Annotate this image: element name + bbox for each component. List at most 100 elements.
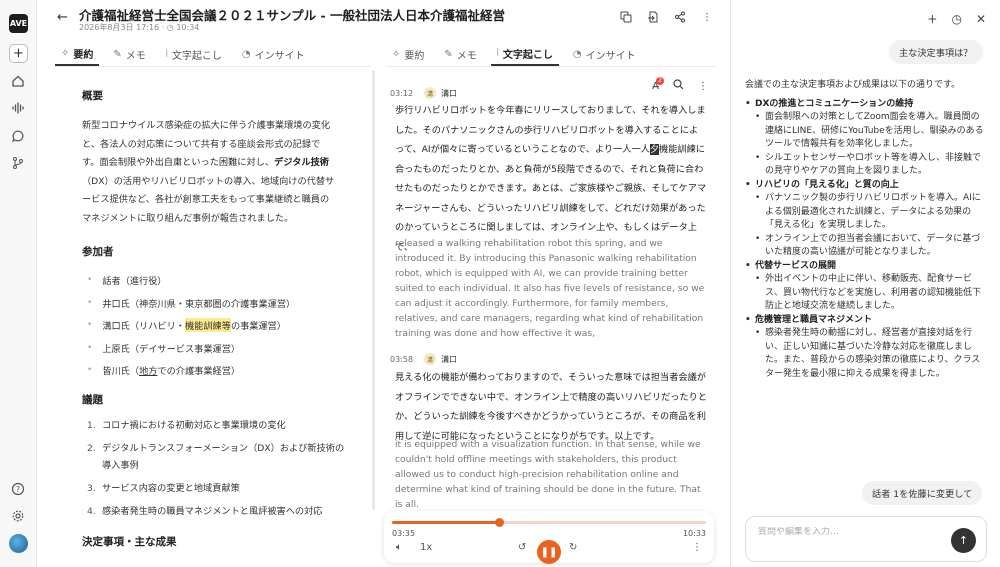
share-icon[interactable]: [673, 10, 687, 24]
topic-item: 1. コロナ禍における初動対応と事業環境の変化: [87, 419, 286, 431]
speaker-avatar: 溝: [424, 353, 437, 365]
translate-icon[interactable]: A̶ 2: [652, 76, 664, 92]
current-time: 03:35: [392, 529, 416, 538]
insight-icon: ◔: [241, 48, 251, 60]
participant-item: 皆川氏（地方での介護事業経営）: [87, 359, 352, 382]
document-meta: 2026年8月3日 17:16 · ◷ 10:34: [79, 22, 199, 33]
answer-list: DXの推進とコミュニケーションの維持 面会制限への対策としてZoom面会を導入。…: [745, 98, 985, 382]
chat-icon[interactable]: [8, 126, 28, 146]
answer-section-title: 代替サービスの展開: [745, 260, 985, 274]
audio-player: 03:35 10:33 🔈︎ 1x ↺ ❚❚ ↻ ⋮: [384, 511, 714, 564]
rewind-icon[interactable]: ↺: [518, 542, 526, 553]
edit-icon: ✎: [444, 48, 453, 60]
transcript-text-en: released a walking rehabilitation robot …: [395, 238, 705, 339]
new-recording-button[interactable]: +: [9, 44, 28, 63]
volume-icon[interactable]: 🔈︎: [396, 542, 402, 553]
answer-section-title: リハビリの「見える化」と質の向上: [745, 179, 985, 193]
text-cursor: 夕: [649, 144, 660, 155]
participant-item: 話者（進行役）: [87, 269, 352, 292]
participant-item: 井口氏（神奈川県・東京都圏の介護事業運営）: [87, 292, 352, 315]
progress-fill: [392, 521, 499, 524]
highlighted-text[interactable]: 機能訓練等: [185, 318, 231, 333]
waveform-icon: ⦚: [165, 48, 168, 60]
tab-insight[interactable]: ◔ インサイト: [236, 42, 311, 66]
segment-timestamp[interactable]: 03:58: [390, 355, 413, 364]
more-vertical-icon[interactable]: ⋮: [692, 542, 702, 553]
more-vertical-icon[interactable]: ⋮: [698, 81, 708, 92]
transcript-text-jp[interactable]: 歩行リハビリロボットを今年春にリリースしておりまして、それを導入しました。そのパ…: [395, 101, 707, 257]
answer-intro: 会議での主な決定事項および成果は以下の通りです。: [745, 80, 961, 90]
participant-item: 溝口氏（リハビリ・機能訓練等の事業運営）: [87, 314, 352, 337]
tab-transcript[interactable]: ⦚ 文字起こし: [490, 42, 559, 66]
close-icon[interactable]: ✕: [976, 12, 986, 26]
recorded-datetime: 2026年8月3日 17:16: [79, 23, 160, 32]
progress-knob[interactable]: [494, 518, 504, 527]
answer-section-title: 危機管理と職員マネジメント: [745, 314, 985, 328]
more-vertical-icon[interactable]: ⋮: [700, 10, 714, 24]
recording-duration: 10:34: [176, 23, 200, 32]
suggestion-chip[interactable]: 話者 1を佐藤に変更して: [862, 481, 983, 505]
answer-section-title: DXの推進とコミュニケーションの維持: [745, 98, 985, 112]
answer-item: パナソニック製の歩行リハビリロボットを導入。AIによる個別最適化された訓練と、デ…: [745, 192, 985, 233]
answer-item: 面会制限への対策としてZoom面会を導入。職員間の連絡にLINE、研修にYouT…: [745, 111, 985, 152]
segment-header: 03:12 溝 溝口: [390, 87, 457, 99]
summary-panel-tabs: ✧ 要約 ✎ メモ ⦚ 文字起こし ◔ インサイト: [55, 43, 371, 67]
transcript-content: A̶ 2 ⋮ 03:12 溝 溝口 歩行リハビリロボットを今年春にリリースしており…: [378, 70, 718, 510]
pause-button[interactable]: ❚❚: [537, 540, 561, 564]
app-logo[interactable]: AVE: [9, 14, 28, 33]
overview-paragraph: 新型コロナウイルス感染症の拡大に伴う介護事業環境の変化と、各法人の対応策について…: [82, 120, 335, 224]
insight-icon: ◔: [572, 48, 582, 60]
forward-icon[interactable]: ↻: [569, 542, 577, 553]
transcript-panel-tabs: ✧ 要約 ✎ メモ ⦚ 文字起こし ◔ インサイト: [386, 43, 716, 67]
clock-icon: ◷: [166, 23, 174, 32]
export-icon[interactable]: [646, 10, 660, 24]
answer-item: シルエットセンサーやロボット等を導入し、非接触での見守りやケアの質向上を図りまし…: [745, 152, 985, 179]
transcript-text-en: it is equipped with a visualization func…: [395, 439, 701, 510]
speaker-name[interactable]: 溝口: [441, 354, 457, 365]
sparkle-icon: ✧: [61, 47, 70, 59]
topics-list: 1. コロナ禍における初動対応と事業環境の変化 2. デジタルトランスフォーメーショ…: [87, 417, 352, 520]
chat-input[interactable]: [758, 527, 938, 537]
underlined-text: 地方: [139, 366, 158, 378]
copy-icon[interactable]: [619, 10, 633, 24]
playback-speed-button[interactable]: 1x: [420, 542, 432, 553]
progress-track[interactable]: [392, 518, 706, 527]
transcript-text-jp[interactable]: 見える化の機能が備わっておりますので、そういった意味では担当者会議がオフラインで…: [395, 368, 707, 446]
topic-item: 2. デジタルトランスフォーメーション（DX）および新技術の導入事例: [87, 442, 345, 471]
speaker-name[interactable]: 溝口: [441, 88, 457, 99]
tab-insight[interactable]: ◔ インサイト: [567, 42, 642, 66]
topic-item: 4. 感染者発生時の職員マネジメントと風評被害への対応: [87, 505, 323, 517]
segment-timestamp[interactable]: 03:12: [390, 89, 413, 98]
assistant-answer: 会議での主な決定事項および成果は以下の通りです。 DXの推進とコミュニケーション…: [745, 79, 985, 381]
speaker-avatar: 溝: [424, 87, 437, 99]
new-chat-icon[interactable]: +: [927, 12, 937, 26]
history-icon[interactable]: ◷: [951, 12, 961, 26]
sparkle-icon: ✧: [392, 48, 401, 60]
send-arrow-icon[interactable]: ↑: [951, 528, 976, 553]
panel-resize-handle[interactable]: [370, 70, 376, 510]
notification-badge: 2: [656, 76, 664, 85]
branch-icon[interactable]: [8, 153, 28, 173]
home-icon[interactable]: [8, 71, 28, 91]
tab-memo[interactable]: ✎ メモ: [107, 42, 151, 66]
edit-icon: ✎: [113, 48, 122, 60]
segment-header: 03:58 溝 溝口: [390, 353, 457, 365]
settings-gear-icon[interactable]: [8, 506, 28, 526]
tab-transcript[interactable]: ⦚ 文字起こし: [160, 42, 228, 66]
back-arrow-icon[interactable]: ←: [57, 10, 68, 25]
decisions-heading: 決定事項・主な成果: [82, 535, 177, 548]
answer-item: 感染者発生時の動揺に対し、経営者が直接対話を行い、正しい知識に基づいた冷静な対応…: [745, 327, 985, 381]
tab-summary[interactable]: ✧ 要約: [55, 42, 100, 66]
search-icon[interactable]: [673, 79, 684, 93]
tab-summary[interactable]: ✧ 要約: [386, 42, 430, 66]
help-icon[interactable]: ?: [8, 479, 28, 499]
document-header: ← 介護福祉経営士全国会議２０２１サンプル - 一般社団法人日本介護福祉経営 2…: [37, 0, 730, 38]
user-avatar[interactable]: [9, 534, 28, 553]
participants-list: 話者（進行役） 井口氏（神奈川県・東京都圏の介護事業運営） 溝口氏（リハビリ・機…: [87, 269, 352, 382]
waveform-icon: ⦚: [496, 47, 499, 59]
waveform-icon[interactable]: [8, 98, 28, 118]
assistant-chat-panel: + ◷ ✕ 主な決定事項は？ 会議での主な決定事項および成果は以下の通りです。 …: [730, 0, 1000, 567]
participant-item: 上原氏（デイサービス事業運営）: [87, 337, 352, 360]
summary-content: 概要 新型コロナウイルス感染症の拡大に伴う介護事業環境の変化と、各法人の対応策に…: [62, 88, 352, 558]
tab-memo[interactable]: ✎ メモ: [438, 42, 482, 66]
